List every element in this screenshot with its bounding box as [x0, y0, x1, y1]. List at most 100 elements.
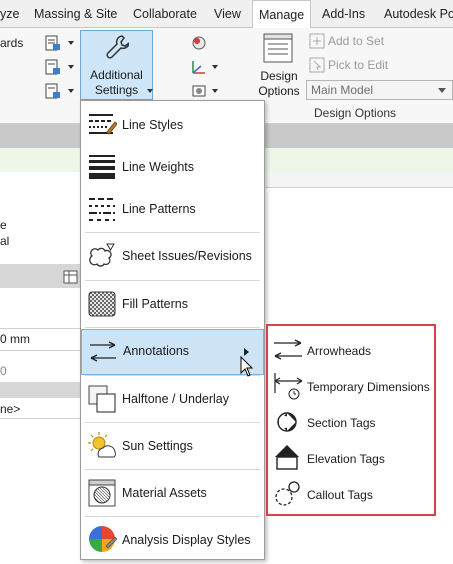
property-value[interactable]: ne> — [0, 402, 20, 416]
temporary-dimensions-icon — [274, 373, 303, 400]
menu-separator — [85, 280, 260, 281]
menu-separator — [85, 422, 260, 423]
line-weights-icon — [89, 155, 115, 179]
coordinates-icon[interactable] — [190, 58, 208, 76]
menu-item-annotations[interactable]: Annotations — [81, 329, 264, 375]
sun-settings-icon — [88, 432, 116, 458]
divider — [0, 328, 82, 329]
add-to-set-icon — [309, 33, 325, 49]
wrench-icon — [106, 35, 129, 59]
ribbon-tab-bar: yze Massing & Site Collaborate View Mana… — [0, 0, 453, 29]
tab-massing-site[interactable]: Massing & Site — [34, 0, 117, 28]
design-options-button[interactable]: Design Options — [256, 32, 302, 102]
design-option-select[interactable]: Main Model — [306, 80, 453, 100]
tab-autodesk-point[interactable]: Autodesk Poi — [384, 0, 453, 28]
submenu-item-section-tags[interactable]: Section Tags — [268, 404, 434, 440]
divider — [0, 418, 82, 419]
menu-item-line-patterns[interactable]: Line Patterns — [81, 187, 264, 233]
chevron-down-icon[interactable] — [212, 65, 218, 69]
menu-item-line-weights[interactable]: Line Weights — [81, 145, 264, 191]
menu-item-line-styles[interactable]: Line Styles — [81, 103, 264, 149]
menu-separator — [85, 469, 260, 470]
edit-type-icon[interactable] — [62, 268, 80, 286]
arrowheads-icon — [274, 339, 302, 360]
property-group-header — [0, 382, 82, 398]
design-options-label-2: Options — [258, 84, 300, 98]
fill-patterns-icon — [88, 291, 116, 317]
menu-item-sun-settings[interactable]: Sun Settings — [81, 424, 264, 470]
chevron-down-icon[interactable] — [68, 41, 74, 45]
menu-item-analysis-display-styles[interactable]: Analysis Display Styles — [81, 518, 264, 564]
view-tab-strip — [263, 172, 453, 188]
submenu-item-label: Callout Tags — [307, 488, 373, 502]
additional-settings-label-2: Settings — [94, 83, 139, 97]
menu-item-label: Line Weights — [122, 160, 195, 174]
menu-item-label: Sun Settings — [122, 439, 193, 453]
material-assets-icon — [88, 479, 116, 507]
design-option-value: Main Model — [311, 83, 374, 97]
menu-separator — [85, 327, 260, 328]
submenu-item-label: Arrowheads — [307, 344, 372, 358]
section-tag-icon — [277, 412, 297, 432]
menu-item-label: Analysis Display Styles — [122, 533, 251, 547]
submenu-item-callout-tags[interactable]: Callout Tags — [268, 476, 434, 512]
submenu-item-label: Temporary Dimensions — [307, 380, 430, 394]
property-value[interactable]: 0 mm — [0, 332, 30, 346]
location-icon[interactable] — [190, 34, 208, 52]
pick-to-edit-icon — [309, 57, 325, 73]
submenu-item-arrowheads[interactable]: Arrowheads — [268, 332, 434, 368]
design-options-icon — [263, 33, 293, 63]
submenu-item-label: Elevation Tags — [307, 452, 385, 466]
ribbon-fragment-standards[interactable]: ards — [0, 36, 23, 50]
menu-separator — [85, 232, 260, 233]
tab-add-ins[interactable]: Add-Ins — [322, 0, 365, 28]
menu-item-halftone-underlay[interactable]: Halftone / Underlay — [81, 377, 264, 423]
tab-view[interactable]: View — [214, 0, 241, 28]
design-options-label-1: Design — [260, 69, 298, 83]
add-to-set-button[interactable]: Add to Set — [328, 34, 384, 48]
tab-analyze[interactable]: yze — [0, 0, 19, 28]
position-icon[interactable] — [190, 82, 208, 100]
mouse-cursor-icon — [240, 356, 254, 377]
line-patterns-icon — [89, 198, 115, 221]
tab-manage[interactable]: Manage — [252, 0, 312, 29]
line-styles-icon — [89, 114, 117, 135]
tab-collaborate[interactable]: Collaborate — [133, 0, 197, 28]
snaps-icon[interactable] — [44, 58, 62, 76]
menu-item-material-assets[interactable]: Material Assets — [81, 471, 264, 517]
chevron-down-icon[interactable] — [212, 89, 218, 93]
annotations-icon — [90, 341, 116, 362]
menu-separator — [85, 375, 260, 376]
revision-cloud-icon — [89, 243, 115, 267]
menu-item-label: Line Styles — [122, 118, 184, 132]
submenu-item-temporary-dimensions[interactable]: Temporary Dimensions — [268, 368, 434, 404]
properties-fragment: e — [0, 218, 7, 232]
submenu-item-label: Section Tags — [307, 416, 376, 430]
chevron-down-icon — [438, 88, 446, 93]
chevron-down-icon[interactable] — [68, 65, 74, 69]
property-value[interactable]: 0 — [0, 364, 7, 378]
additional-settings-label-1: Additional — [90, 68, 143, 82]
menu-item-label: Material Assets — [122, 486, 207, 500]
menu-item-sheet-issues[interactable]: Sheet Issues/Revisions — [81, 234, 264, 280]
chevron-down-icon — [147, 89, 153, 93]
menu-item-label: Halftone / Underlay — [122, 392, 230, 406]
properties-fragment: al — [0, 234, 10, 248]
elevation-tag-icon — [275, 445, 299, 470]
menu-item-fill-patterns[interactable]: Fill Patterns — [81, 282, 264, 328]
menu-separator — [85, 516, 260, 517]
submenu-item-elevation-tags[interactable]: Elevation Tags — [268, 440, 434, 476]
additional-settings-button[interactable]: Additional Settings — [80, 30, 153, 100]
project-info-icon[interactable] — [44, 82, 62, 100]
callout-tag-icon — [275, 481, 300, 506]
menu-item-label: Sheet Issues/Revisions — [122, 249, 252, 263]
divider — [0, 350, 82, 351]
chevron-down-icon[interactable] — [68, 89, 74, 93]
menu-item-label: Line Patterns — [122, 202, 196, 216]
pick-to-edit-button[interactable]: Pick to Edit — [328, 58, 388, 72]
object-styles-icon[interactable] — [44, 34, 62, 52]
submenu-arrow-icon — [244, 348, 249, 356]
panel-label-design-options: Design Options — [314, 106, 397, 120]
menu-item-label: Fill Patterns — [122, 297, 188, 311]
properties-palette: e al 0 mm 0 ne> — [0, 172, 82, 560]
